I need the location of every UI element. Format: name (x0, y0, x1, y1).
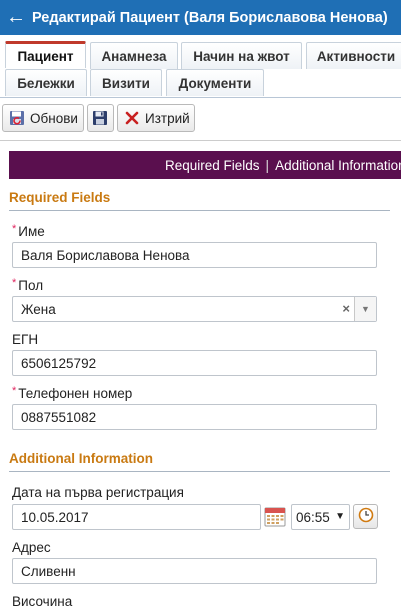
nav-separator: | (265, 157, 270, 173)
delete-label: Изтрий (145, 110, 190, 126)
back-arrow-icon[interactable]: ← (0, 0, 28, 35)
tab-documents[interactable]: Документи (166, 69, 264, 96)
tab-strip: Пациент Анамнеза Начин на жвот Активност… (0, 38, 401, 98)
tab-patient[interactable]: Пациент (5, 41, 86, 68)
gender-select[interactable]: Жена × ▼ (12, 296, 377, 322)
additional-info-heading: Additional Information (9, 451, 390, 472)
required-star: * (12, 277, 17, 289)
tab-lifestyle[interactable]: Начин на жвот (181, 42, 302, 69)
reg-time-select[interactable]: 06:55 ▼ (291, 504, 350, 530)
egn-field[interactable]: 6506125792 (12, 350, 377, 376)
height-label: Височина (12, 594, 73, 609)
chevron-down-icon[interactable]: ▼ (354, 297, 376, 321)
egn-label: ЕГН (12, 332, 39, 347)
floppy-disk-icon (92, 110, 108, 126)
clock-icon (358, 507, 374, 526)
delete-button[interactable]: Изтрий (117, 104, 195, 132)
phone-label: * Телефонен номер (12, 385, 133, 401)
toolbar-divider (0, 140, 401, 141)
reg-date-field[interactable]: 10.05.2017 (12, 504, 261, 530)
nav-required-fields-link[interactable]: Required Fields (165, 158, 260, 173)
tab-visits[interactable]: Визити (90, 69, 162, 96)
address-label: Адрес (12, 540, 51, 555)
reg-date-label: Дата на първа регистрация (12, 485, 184, 500)
tab-notes[interactable]: Бележки (5, 69, 87, 96)
page-title: Редактирай Пациент (Валя Бориславова Нен… (32, 9, 388, 26)
save-button[interactable] (87, 104, 114, 132)
refresh-label: Обнови (30, 110, 78, 126)
clear-x-icon[interactable]: × (342, 301, 350, 316)
dropdown-arrow-icon: ▼ (335, 511, 345, 522)
address-field[interactable]: Сливенн (12, 558, 377, 584)
phone-field[interactable]: 0887551082 (12, 404, 377, 430)
gender-label: * Пол (12, 277, 44, 293)
required-star: * (12, 223, 17, 235)
close-x-icon (124, 110, 140, 126)
save-refresh-icon (9, 110, 25, 126)
calendar-icon[interactable] (264, 505, 286, 527)
clock-button[interactable] (353, 504, 378, 529)
toolbar: Обнови Изтрий (0, 103, 401, 137)
refresh-button[interactable]: Обнови (2, 104, 84, 132)
tab-activities[interactable]: Активности (306, 42, 401, 69)
name-label: * Име (12, 223, 45, 239)
section-nav-bar: Required Fields | Additional Information (9, 151, 401, 179)
gender-value: Жена (21, 301, 56, 317)
required-fields-heading: Required Fields (9, 190, 390, 211)
window-titlebar: ← Редактирай Пациент (Валя Бориславова Н… (0, 0, 401, 35)
nav-additional-info-link[interactable]: Additional Information (275, 158, 401, 173)
reg-time-value: 06:55 (296, 509, 330, 525)
tab-anamnesis[interactable]: Анамнеза (90, 42, 178, 69)
name-field[interactable]: Валя Бориславова Ненова (12, 242, 377, 268)
required-star: * (12, 385, 17, 397)
